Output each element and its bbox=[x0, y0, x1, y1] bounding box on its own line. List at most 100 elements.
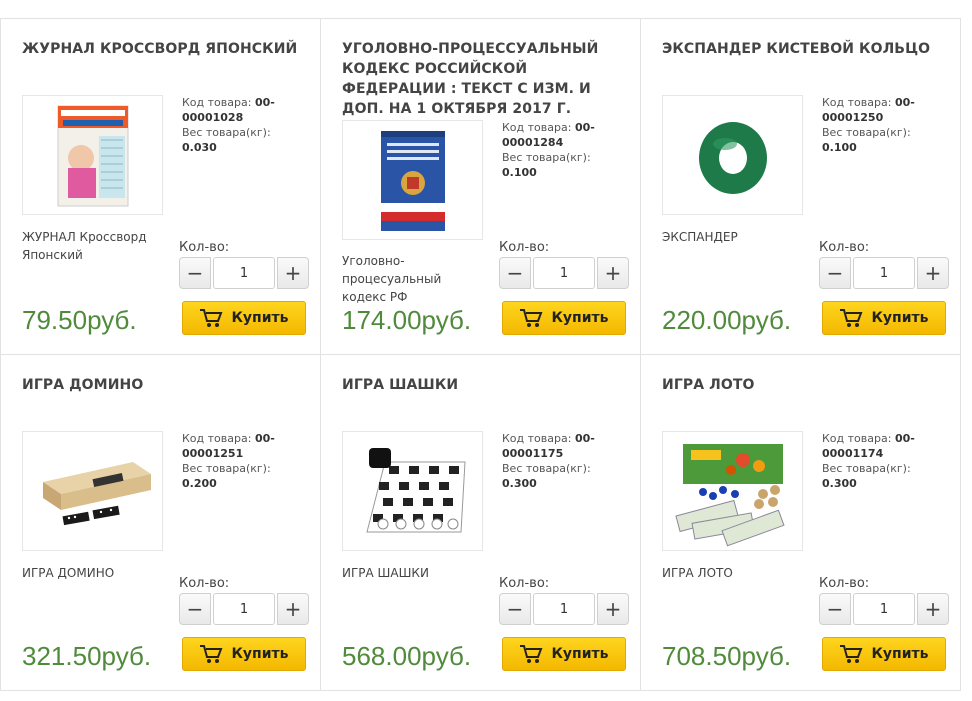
weight-label: Вес товара(кг): bbox=[502, 151, 591, 164]
decrease-button[interactable]: − bbox=[499, 593, 531, 625]
lotto-game-icon bbox=[675, 444, 785, 547]
buy-label: Купить bbox=[871, 310, 929, 326]
product-price: 321.50руб. bbox=[22, 641, 152, 671]
code-label: Код товара: bbox=[502, 432, 572, 445]
domino-box-icon bbox=[43, 462, 151, 526]
quantity-stepper: − + bbox=[819, 593, 949, 625]
quantity-input[interactable] bbox=[533, 593, 595, 625]
product-image[interactable] bbox=[22, 431, 163, 551]
product-image[interactable] bbox=[342, 431, 483, 551]
decrease-button[interactable]: − bbox=[819, 593, 851, 625]
weight-label: Вес товара(кг): bbox=[182, 126, 271, 139]
product-card: ЭКСПАНДЕР КИСТЕВОЙ КОЛЬЦО Код товара: 00… bbox=[641, 19, 961, 355]
product-weight: 0.300 bbox=[502, 477, 537, 490]
quantity-label: Кол-во: bbox=[179, 576, 230, 591]
product-price: 568.00руб. bbox=[342, 641, 472, 671]
hand-expander-ring-icon bbox=[699, 122, 767, 194]
product-price: 220.00руб. bbox=[662, 305, 792, 335]
decrease-button[interactable]: − bbox=[819, 257, 851, 289]
quantity-label: Кол-во: bbox=[499, 576, 550, 591]
quantity-stepper: − + bbox=[179, 593, 309, 625]
buy-button[interactable]: Купить bbox=[502, 637, 626, 671]
quantity-input[interactable] bbox=[853, 593, 915, 625]
cart-icon bbox=[200, 645, 223, 663]
quantity-label: Кол-во: bbox=[179, 240, 230, 255]
quantity-label: Кол-во: bbox=[499, 240, 550, 255]
buy-button[interactable]: Купить bbox=[822, 301, 946, 335]
decrease-button[interactable]: − bbox=[179, 593, 211, 625]
increase-button[interactable]: + bbox=[597, 593, 629, 625]
quantity-stepper: − + bbox=[499, 593, 629, 625]
product-title[interactable]: ИГРА ШАШКИ bbox=[342, 375, 626, 395]
code-label: Код товара: bbox=[182, 96, 252, 109]
product-price: 708.50руб. bbox=[662, 641, 792, 671]
product-weight: 0.300 bbox=[822, 477, 857, 490]
product-meta: Код товара: 00-00001284 Вес товара(кг): … bbox=[502, 120, 622, 180]
buy-label: Купить bbox=[231, 310, 289, 326]
decrease-button[interactable]: − bbox=[179, 257, 211, 289]
product-meta: Код товара: 00-00001174 Вес товара(кг): … bbox=[822, 431, 942, 491]
product-description[interactable]: ЖУРНАЛ Кроссворд Японский bbox=[22, 228, 162, 264]
quantity-label: Кол-во: bbox=[819, 576, 870, 591]
product-card: УГОЛОВНО-ПРОЦЕССУАЛЬНЫЙ КОДЕКС РОССИЙСКО… bbox=[321, 19, 641, 355]
quantity-label: Кол-во: bbox=[819, 240, 870, 255]
increase-button[interactable]: + bbox=[277, 257, 309, 289]
increase-button[interactable]: + bbox=[917, 593, 949, 625]
decrease-button[interactable]: − bbox=[499, 257, 531, 289]
product-card: ИГРА ЛОТО Код товара: 00-00001174 Вес то… bbox=[641, 355, 961, 691]
checkers-board-icon bbox=[366, 448, 466, 533]
code-label: Код товара: bbox=[822, 432, 892, 445]
increase-button[interactable]: + bbox=[597, 257, 629, 289]
weight-label: Вес товара(кг): bbox=[822, 126, 911, 139]
product-weight: 0.100 bbox=[502, 166, 537, 179]
product-grid: ЖУРНАЛ КРОССВОРД ЯПОНСКИЙ Код товара: 00… bbox=[0, 18, 961, 691]
buy-label: Купить bbox=[551, 646, 609, 662]
product-description[interactable]: ИГРА ШАШКИ bbox=[342, 564, 482, 582]
product-title[interactable]: ЭКСПАНДЕР КИСТЕВОЙ КОЛЬЦО bbox=[662, 39, 946, 59]
product-title[interactable]: ИГРА ЛОТО bbox=[662, 375, 946, 395]
law-book-icon bbox=[381, 131, 445, 231]
product-card: ИГРА ДОМИНО Код товара: 00-00001251 Вес … bbox=[1, 355, 321, 691]
quantity-stepper: − + bbox=[499, 257, 629, 289]
buy-label: Купить bbox=[231, 646, 289, 662]
buy-button[interactable]: Купить bbox=[182, 637, 306, 671]
product-weight: 0.100 bbox=[822, 141, 857, 154]
buy-button[interactable]: Купить bbox=[502, 301, 626, 335]
quantity-input[interactable] bbox=[213, 593, 275, 625]
increase-button[interactable]: + bbox=[277, 593, 309, 625]
quantity-input[interactable] bbox=[853, 257, 915, 289]
product-description[interactable]: ЭКСПАНДЕР bbox=[662, 228, 802, 246]
product-description[interactable]: ИГРА ЛОТО bbox=[662, 564, 802, 582]
cart-icon bbox=[200, 309, 223, 327]
product-card: ЖУРНАЛ КРОССВОРД ЯПОНСКИЙ Код товара: 00… bbox=[1, 19, 321, 355]
weight-label: Вес товара(кг): bbox=[502, 462, 591, 475]
quantity-stepper: − + bbox=[179, 257, 309, 289]
buy-button[interactable]: Купить bbox=[182, 301, 306, 335]
code-label: Код товара: bbox=[182, 432, 252, 445]
product-image[interactable] bbox=[662, 431, 803, 551]
product-title[interactable]: ЖУРНАЛ КРОССВОРД ЯПОНСКИЙ bbox=[22, 39, 306, 59]
product-weight: 0.030 bbox=[182, 141, 217, 154]
product-description[interactable]: Уголовно-процесуальный кодекс РФ bbox=[342, 252, 482, 306]
product-image[interactable] bbox=[662, 95, 803, 215]
product-title[interactable]: ИГРА ДОМИНО bbox=[22, 375, 306, 395]
product-image[interactable] bbox=[342, 120, 483, 240]
quantity-input[interactable] bbox=[213, 257, 275, 289]
product-meta: Код товара: 00-00001028 Вес товара(кг): … bbox=[182, 95, 302, 155]
increase-button[interactable]: + bbox=[917, 257, 949, 289]
product-meta: Код товара: 00-00001250 Вес товара(кг): … bbox=[822, 95, 942, 155]
product-title[interactable]: УГОЛОВНО-ПРОЦЕССУАЛЬНЫЙ КОДЕКС РОССИЙСКО… bbox=[342, 39, 626, 119]
product-card: ИГРА ШАШКИ Код товара: 00-00001175 Вес т… bbox=[321, 355, 641, 691]
buy-label: Купить bbox=[551, 310, 609, 326]
quantity-input[interactable] bbox=[533, 257, 595, 289]
product-description[interactable]: ИГРА ДОМИНО bbox=[22, 564, 162, 582]
buy-button[interactable]: Купить bbox=[822, 637, 946, 671]
product-meta: Код товара: 00-00001175 Вес товара(кг): … bbox=[502, 431, 622, 491]
buy-label: Купить bbox=[871, 646, 929, 662]
cart-icon bbox=[520, 645, 543, 663]
cart-icon bbox=[840, 309, 863, 327]
code-label: Код товара: bbox=[822, 96, 892, 109]
cart-icon bbox=[520, 309, 543, 327]
crossword-magazine-icon bbox=[57, 105, 129, 207]
product-image[interactable] bbox=[22, 95, 163, 215]
